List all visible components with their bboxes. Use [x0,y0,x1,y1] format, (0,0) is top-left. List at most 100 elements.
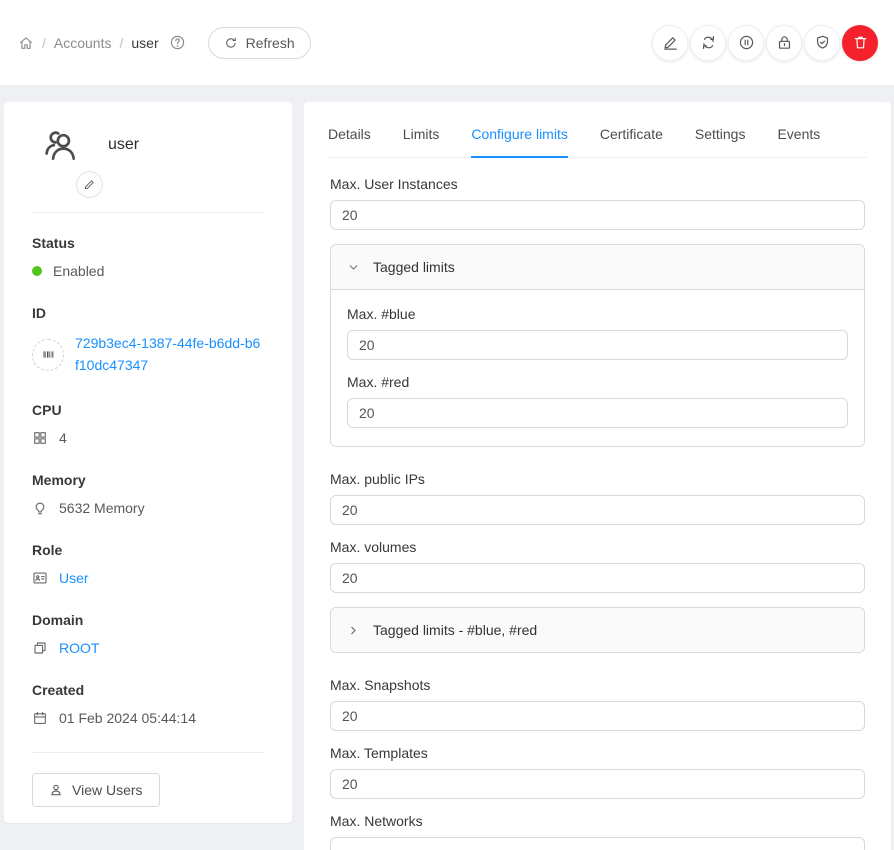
form-label: Max. Snapshots [330,677,865,693]
delete-icon [852,34,869,51]
chevron-right-icon [347,624,360,637]
form-item-max-public-ips: Max. public IPs [330,471,865,525]
sync-icon [700,34,717,51]
tagged-limits-panel-header[interactable]: Tagged limits [331,245,864,289]
lock-account-button[interactable] [766,25,802,61]
field-domain: Domain ROOT [32,612,264,656]
panel-title: Tagged limits [373,259,455,275]
field-label: Role [32,542,264,558]
pencil-icon [83,178,96,191]
breadcrumb-separator: / [42,35,46,51]
account-detail-card: Details Limits Configure limits Certific… [304,102,891,850]
max-networks-input[interactable] [330,837,865,850]
field-role: Role User [32,542,264,586]
field-created: Created 01 Feb 2024 05:44:14 [32,682,264,726]
update-resource-count-button[interactable] [690,25,726,61]
barcode-icon [32,339,64,371]
status-value: Enabled [53,263,104,279]
tab-configure-limits[interactable]: Configure limits [471,126,567,158]
user-icon [49,783,63,797]
delete-account-button[interactable] [842,25,878,61]
breadcrumb-accounts[interactable]: Accounts [54,35,112,51]
max-public-ips-input[interactable] [330,495,865,525]
certificate-button[interactable] [804,25,840,61]
form-item-max-blue: Max. #blue [347,306,848,360]
breadcrumb-current: user [131,35,158,51]
tagged-limits-blue-red-panel-header[interactable]: Tagged limits - #blue, #red [331,608,864,652]
field-cpu: CPU 4 [32,402,264,446]
tagged-limits-panel: Tagged limits Max. #blue Max. #red [330,244,865,447]
team-avatar-icon [42,126,80,164]
tagged-limits-blue-red-panel: Tagged limits - #blue, #red [330,607,865,653]
form-item-max-templates: Max. Templates [330,745,865,799]
edit-avatar-button[interactable] [76,171,103,198]
max-red-input[interactable] [347,398,848,428]
created-value: 01 Feb 2024 05:44:14 [59,710,196,726]
panel-title: Tagged limits - #blue, #red [373,622,537,638]
lock-icon [776,34,793,51]
disable-account-button[interactable] [728,25,764,61]
max-volumes-input[interactable] [330,563,865,593]
help-icon[interactable] [169,34,186,51]
domain-link[interactable]: ROOT [59,640,99,656]
tab-limits[interactable]: Limits [403,126,440,157]
role-link[interactable]: User [59,570,89,586]
field-memory: Memory 5632 Memory [32,472,264,516]
form-item-max-user-instances: Max. User Instances [330,176,865,230]
form-label: Max. Networks [330,813,865,829]
form-item-max-volumes: Max. volumes [330,539,865,593]
max-blue-input[interactable] [347,330,848,360]
edit-icon [662,34,679,51]
home-icon[interactable] [18,35,34,51]
field-status: Status Enabled [32,235,264,279]
breadcrumb-separator: / [119,35,123,51]
max-snapshots-input[interactable] [330,701,865,731]
top-header: / Accounts / user Refresh [0,0,894,85]
divider [32,212,264,213]
tab-certificate[interactable]: Certificate [600,126,663,157]
idcard-icon [32,570,48,586]
form-item-max-red: Max. #red [347,374,848,428]
tab-settings[interactable]: Settings [695,126,746,157]
field-id: ID 729b3ec4-1387-44fe-b6dd-b6f10dc47347 [32,305,264,376]
form-label: Max. User Instances [330,176,865,192]
breadcrumb: / Accounts / user Refresh [18,27,311,59]
account-name: user [108,136,139,154]
field-label: Status [32,235,264,251]
view-users-button[interactable]: View Users [32,773,160,807]
reload-icon [224,36,238,50]
tagged-limits-panel-body: Max. #blue Max. #red [331,289,864,446]
tab-events[interactable]: Events [777,126,820,157]
cpu-value: 4 [59,430,67,446]
field-label: ID [32,305,264,321]
tab-details[interactable]: Details [328,126,371,157]
block-icon [32,640,48,656]
account-actions-toolbar [652,25,878,61]
edit-account-button[interactable] [652,25,688,61]
account-profile: user [32,126,264,198]
form-label: Max. #red [347,374,848,390]
pause-circle-icon [738,34,755,51]
account-info-card: user Status Enabled ID 729b3ec4-1387-44f… [4,102,292,823]
calendar-icon [32,710,48,726]
account-id-link[interactable]: 729b3ec4-1387-44fe-b6dd-b6f10dc47347 [75,333,264,376]
form-label: Max. public IPs [330,471,865,487]
chevron-down-icon [347,261,360,274]
form-label: Max. volumes [330,539,865,555]
view-users-label: View Users [72,782,143,798]
field-label: Domain [32,612,264,628]
field-label: Memory [32,472,264,488]
safety-certificate-icon [814,34,831,51]
form-label: Max. #blue [347,306,848,322]
configure-limits-form: Max. User Instances Tagged limits Max. #… [328,176,867,850]
memory-value: 5632 Memory [59,500,145,516]
status-dot [32,266,42,276]
max-user-instances-input[interactable] [330,200,865,230]
refresh-label: Refresh [246,35,295,51]
form-item-max-networks: Max. Networks [330,813,865,850]
divider [32,752,264,753]
refresh-button[interactable]: Refresh [208,27,311,59]
tab-bar: Details Limits Configure limits Certific… [328,126,867,158]
bulb-icon [32,500,48,516]
max-templates-input[interactable] [330,769,865,799]
